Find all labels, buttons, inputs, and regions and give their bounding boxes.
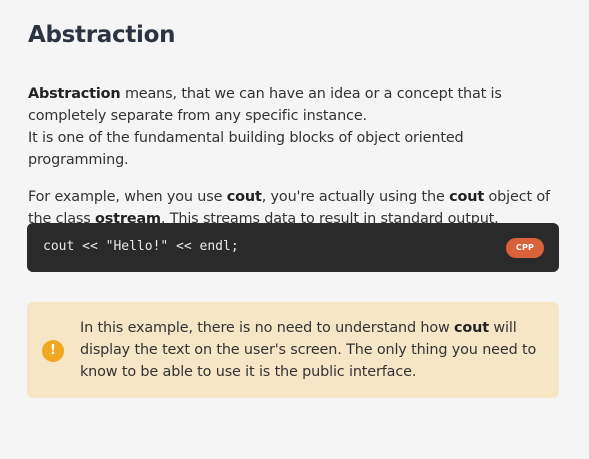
example-text-1: For example, when you use (28, 189, 227, 205)
cout-term-2: cout (449, 189, 485, 205)
example-text-2: , you're actually using the (261, 189, 450, 205)
abstraction-definition-paragraph: Abstraction means, that we can have an i… (28, 83, 561, 171)
note-text-1: In this example, there is no need to und… (80, 320, 455, 336)
code-snippet[interactable]: cout << "Hello!" << endl; (43, 238, 239, 256)
building-blocks-text: It is one of the fundamental building bl… (28, 130, 464, 168)
language-badge: CPP (506, 238, 544, 258)
cout-term-1: cout (226, 189, 262, 205)
abstraction-term: Abstraction (28, 86, 121, 102)
lesson-page: Abstraction Abstraction means, that we c… (0, 0, 589, 459)
page-title: Abstraction (28, 22, 176, 48)
info-note: ! In this example, there is no need to u… (27, 302, 559, 398)
exclamation-icon: ! (42, 340, 64, 362)
note-text: In this example, there is no need to und… (80, 317, 540, 383)
code-block[interactable]: cout << "Hello!" << endl; CPP (27, 223, 559, 272)
note-cout-term: cout (454, 320, 489, 336)
